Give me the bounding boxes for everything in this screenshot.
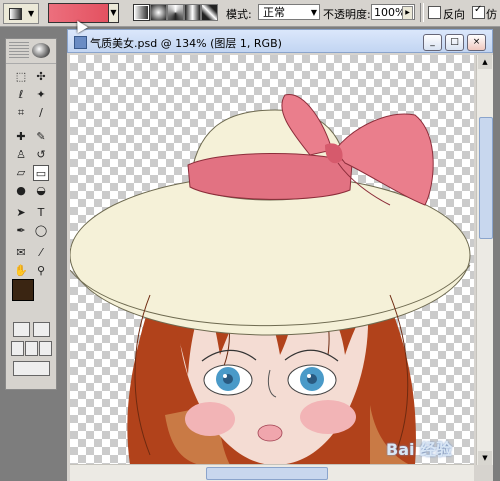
linear-gradient-icon[interactable] — [133, 4, 150, 21]
document-icon — [74, 36, 87, 49]
grip-icon — [9, 42, 29, 58]
gradient-picker-dropdown[interactable]: ▼ — [108, 3, 119, 23]
gradient-icon[interactable]: ▭ — [33, 165, 49, 181]
color-swatches — [12, 279, 50, 315]
vertical-scroll-thumb[interactable] — [479, 117, 493, 239]
brush-icon[interactable]: ✎ — [33, 129, 49, 145]
mode-select[interactable]: 正常 ▼ — [258, 4, 320, 20]
opacity-label: 不透明度: — [323, 8, 371, 21]
horizontal-scroll-thumb[interactable] — [206, 467, 328, 480]
dither-checkbox[interactable] — [472, 4, 485, 19]
chevron-down-icon: ▼ — [310, 8, 317, 17]
hand-icon[interactable]: ✋ — [13, 263, 29, 279]
toolbox-header[interactable] — [6, 39, 56, 64]
jump-to-imageready-button[interactable] — [13, 361, 50, 376]
artwork — [70, 94, 471, 465]
shape-icon[interactable]: ◯ — [33, 223, 49, 239]
minimize-button[interactable]: _ — [423, 34, 442, 51]
dodge-icon[interactable]: ◒ — [33, 183, 49, 199]
reverse-checkbox[interactable] — [428, 6, 441, 19]
quick-mask-button[interactable] — [33, 322, 50, 337]
marquee-icon[interactable]: ⬚ — [13, 69, 29, 85]
screen-mode-menu[interactable] — [25, 341, 38, 356]
diamond-gradient-icon[interactable] — [201, 4, 218, 21]
photoshop-logo-icon — [32, 43, 50, 58]
notes-icon[interactable]: ✉ — [13, 245, 29, 261]
watermark: Bai 经验 — [386, 440, 453, 459]
eraser-icon[interactable]: ▱ — [13, 165, 29, 181]
close-button[interactable]: × — [467, 34, 486, 51]
opacity-value: 100% — [374, 6, 406, 19]
canvas[interactable] — [70, 55, 474, 465]
type-icon[interactable]: T — [33, 205, 49, 221]
scroll-down-icon[interactable]: ▼ — [478, 451, 492, 465]
chevron-down-icon: ▼ — [28, 9, 35, 18]
document-window: 气质美女.psd @ 134% (图层 1, RGB) _ □ × ▲ ▼ — [67, 29, 493, 481]
dither-label: 仿 — [486, 8, 497, 21]
gradient-tool-icon — [9, 8, 22, 20]
tool-preset-picker[interactable]: ▼ — [3, 3, 39, 24]
pen-icon[interactable]: ✒ — [13, 223, 29, 239]
clone-stamp-icon[interactable]: ♙ — [13, 147, 29, 163]
document-title: 气质美女.psd @ 134% (图层 1, RGB) — [90, 37, 282, 50]
slice-icon[interactable]: ∕ — [33, 105, 49, 121]
angle-gradient-icon[interactable] — [167, 4, 184, 21]
toolbox: ⬚ ✣ ℓ ✦ ⌗ ∕ ✚ ✎ ♙ ↺ ▱ ▭ ● ◒ ➤ T ✒ ◯ ✉ ⁄ … — [5, 38, 57, 390]
reverse-label: 反向 — [443, 8, 465, 21]
foreground-color[interactable] — [12, 279, 34, 301]
document-titlebar[interactable]: 气质美女.psd @ 134% (图层 1, RGB) _ □ × — [67, 29, 493, 53]
eyedropper-icon[interactable]: ⁄ — [33, 245, 49, 261]
vertical-scrollbar[interactable]: ▲ ▼ — [476, 55, 493, 465]
crop-icon[interactable]: ⌗ — [13, 105, 29, 121]
horizontal-scrollbar[interactable] — [70, 464, 474, 481]
screen-mode-standard[interactable] — [11, 341, 24, 356]
mode-label: 模式: — [226, 8, 252, 21]
opacity-field[interactable]: 100% ▶ — [371, 4, 415, 20]
radial-gradient-icon[interactable] — [150, 4, 167, 21]
divider — [420, 3, 424, 22]
mode-value: 正常 — [263, 6, 285, 19]
maximize-button[interactable]: □ — [445, 34, 464, 51]
history-brush-icon[interactable]: ↺ — [33, 147, 49, 163]
scroll-up-icon[interactable]: ▲ — [478, 55, 492, 69]
reflected-gradient-icon[interactable] — [184, 4, 201, 21]
healing-brush-icon[interactable]: ✚ — [13, 129, 29, 145]
move-icon[interactable]: ✣ — [33, 69, 49, 85]
blur-icon[interactable]: ● — [13, 183, 29, 199]
magic-wand-icon[interactable]: ✦ — [33, 87, 49, 103]
opacity-slider-button[interactable]: ▶ — [402, 6, 413, 20]
lasso-icon[interactable]: ℓ — [13, 87, 29, 103]
screen-mode-full[interactable] — [39, 341, 52, 356]
path-select-icon[interactable]: ➤ — [13, 205, 29, 221]
zoom-icon[interactable]: ⚲ — [33, 263, 49, 279]
standard-mode-button[interactable] — [13, 322, 30, 337]
